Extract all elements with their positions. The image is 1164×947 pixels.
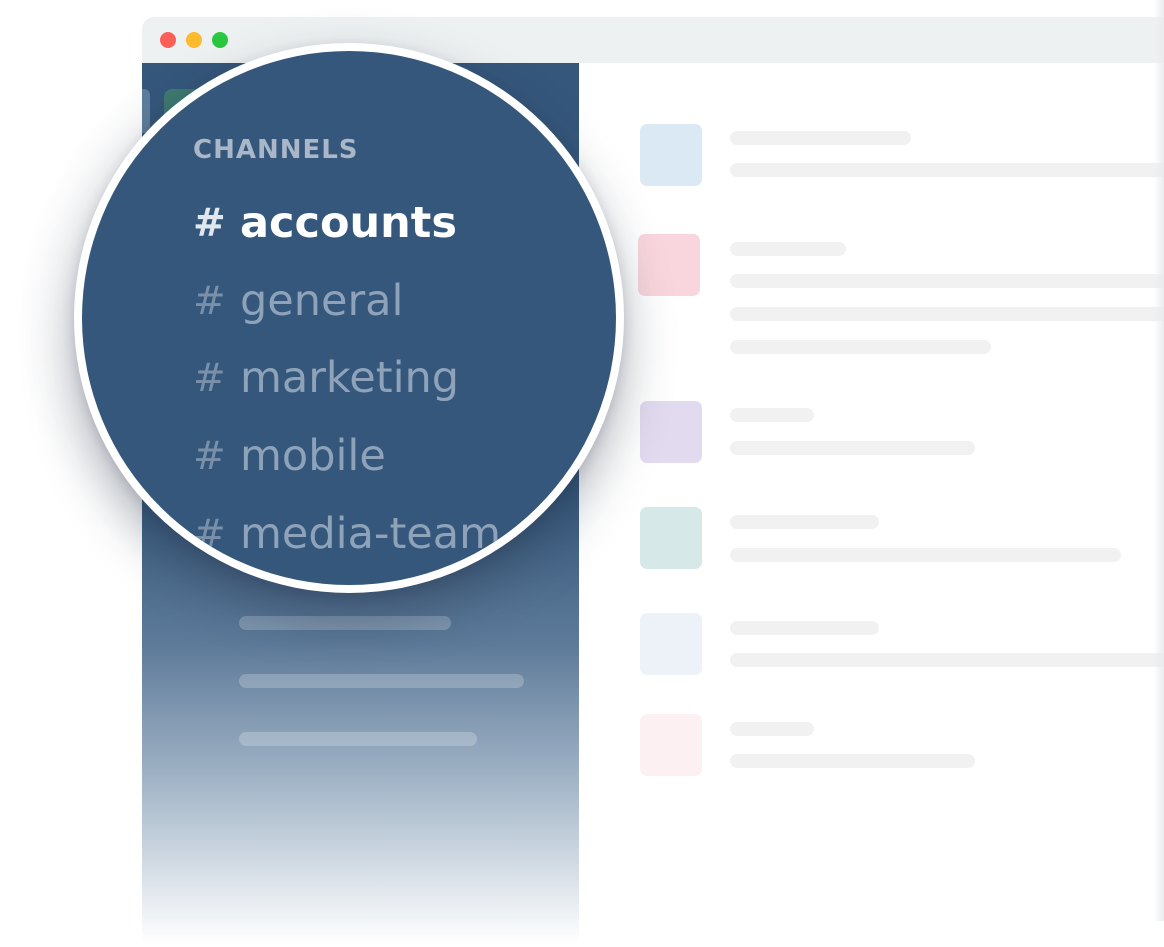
window-edge-shadow xyxy=(1154,0,1164,921)
channel-item-general[interactable]: # general xyxy=(193,273,403,329)
message-avatar xyxy=(640,124,702,186)
channels-section-title: CHANNELS xyxy=(193,135,359,165)
hash-icon: # xyxy=(193,200,226,246)
channel-item-accounts[interactable]: # accounts xyxy=(193,195,457,251)
message-avatar xyxy=(640,613,702,675)
message-avatar xyxy=(638,234,700,296)
magnifier-lens: CHANNELS # accounts # general # marketin… xyxy=(74,43,624,593)
channel-name: mobile xyxy=(240,431,386,481)
message-placeholder-line xyxy=(730,131,911,145)
message-placeholder-line xyxy=(730,307,1164,321)
message-placeholder-line xyxy=(730,621,879,635)
message-placeholder-line xyxy=(730,548,1121,562)
channel-item-media-team[interactable]: # media-team xyxy=(193,506,501,562)
sidebar-placeholder-line xyxy=(239,616,451,630)
channel-item-marketing[interactable]: # marketing xyxy=(193,350,459,406)
message-panel xyxy=(579,63,1164,943)
message-placeholder-line xyxy=(730,441,975,455)
sidebar-placeholder-line xyxy=(239,732,477,746)
maximize-window-button[interactable] xyxy=(212,32,228,48)
message-placeholder-line xyxy=(730,274,1164,288)
message-placeholder-line xyxy=(730,242,846,256)
message-placeholder-line xyxy=(730,515,879,529)
message-placeholder-line xyxy=(730,408,814,422)
sidebar-tab xyxy=(142,89,150,133)
message-placeholder-line xyxy=(730,163,1164,177)
hash-icon: # xyxy=(193,355,226,401)
channel-name: media-team xyxy=(240,509,502,559)
channel-name: accounts xyxy=(240,198,457,248)
hash-icon: # xyxy=(193,511,226,557)
channel-item-mobile[interactable]: # mobile xyxy=(193,428,386,484)
message-avatar xyxy=(640,714,702,776)
channel-name: general xyxy=(240,276,404,326)
message-avatar xyxy=(640,401,702,463)
window-controls xyxy=(160,32,228,48)
message-placeholder-line xyxy=(730,653,1164,667)
message-placeholder-line xyxy=(730,754,975,768)
message-placeholder-line xyxy=(730,340,991,354)
close-window-button[interactable] xyxy=(160,32,176,48)
minimize-window-button[interactable] xyxy=(186,32,202,48)
hash-icon: # xyxy=(193,278,226,324)
channel-name: marketing xyxy=(240,353,460,403)
sidebar-placeholder-line xyxy=(239,674,524,688)
hash-icon: # xyxy=(193,433,226,479)
message-avatar xyxy=(640,507,702,569)
message-placeholder-line xyxy=(730,722,814,736)
magnified-sidebar: CHANNELS # accounts # general # marketin… xyxy=(82,51,616,585)
